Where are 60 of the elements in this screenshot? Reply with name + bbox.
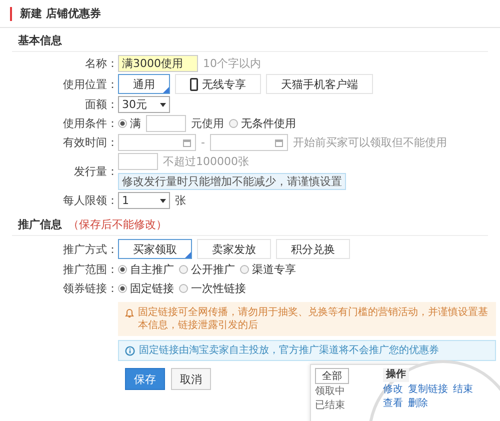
notice-text: 修改发行量时只能增加不能减少，请谨慎设置 [118, 173, 346, 190]
hint-text: 开始前买家可以领取但不能使用 [292, 135, 447, 150]
date-field[interactable] [210, 134, 288, 151]
option-button[interactable]: 卖家发放 [197, 239, 271, 259]
caret-icon [160, 198, 166, 202]
hint-text: 10个字以内 [203, 56, 261, 71]
field-label: 推广范围： [63, 262, 118, 277]
save-button[interactable]: 保存 [125, 368, 165, 390]
dropdown[interactable]: 30元 [118, 96, 170, 113]
action-link[interactable]: 修改 [383, 384, 403, 396]
section-heading: 推广信息 [18, 217, 62, 232]
action-link[interactable]: 删除 [408, 398, 428, 410]
action-link[interactable]: 复制链接 [408, 384, 448, 396]
field-label: 名称： [85, 56, 118, 71]
column-header: 操作 [383, 368, 409, 382]
radio-option[interactable]: 一次性链接 [179, 281, 246, 296]
hint-text: 不超过100000张 [163, 154, 249, 169]
radio-option[interactable]: 满 [118, 116, 141, 131]
page-title: 新建 店铺优惠券 [10, 7, 490, 21]
cancel-button[interactable]: 取消 [171, 368, 211, 390]
name-input[interactable]: 满3000使用 [118, 55, 198, 72]
status-text: 已结束 [315, 400, 345, 412]
status-text: 领取中 [315, 386, 345, 398]
date-field[interactable] [118, 134, 196, 151]
option-button[interactable]: 买家领取 [118, 239, 192, 259]
unit-text: 元使用 [191, 116, 224, 131]
alert-text: 固定链接可全网传播，请勿用于抽奖、兑换等有门槛的营销活动，并谨慎设置基本信息，链接泄露引发的后 [138, 306, 489, 332]
radio-option[interactable]: 自主推广 [118, 262, 174, 277]
field-label: 面额： [85, 97, 118, 112]
info-icon [125, 346, 135, 356]
separator-text: - [201, 136, 205, 149]
option-button[interactable]: 通用 [118, 74, 170, 94]
radio-option[interactable]: 固定链接 [118, 281, 174, 296]
field-label: 有效时间： [63, 135, 118, 150]
radio-option[interactable]: 无条件使用 [229, 116, 296, 131]
radio-option[interactable]: 渠道专享 [240, 262, 296, 277]
field-label: 推广方式： [63, 242, 118, 256]
field-label: 发行量： [74, 164, 118, 179]
section-heading: 基本信息 [18, 33, 62, 48]
action-link[interactable]: 查看 [383, 398, 403, 410]
unit-text: 张 [175, 193, 186, 208]
action-link[interactable]: 结束 [453, 384, 473, 396]
field-label: 每人限领： [63, 193, 118, 208]
field-label: 使用条件： [63, 116, 118, 131]
calendar-icon [183, 138, 191, 146]
caret-icon [160, 102, 166, 106]
option-button[interactable]: 积分兑换 [276, 239, 350, 259]
alert-text: 固定链接由淘宝卖家自主投放，官方推广渠道将不会推广您的优惠券 [139, 344, 439, 357]
field-label: 领券链接： [63, 281, 118, 296]
amount-input[interactable] [146, 115, 186, 132]
quantity-input[interactable] [118, 153, 158, 170]
option-button[interactable]: 无线专享 [175, 74, 261, 94]
field-label: 使用位置： [63, 76, 118, 92]
bell-icon [125, 308, 134, 318]
phone-icon [190, 78, 198, 90]
option-button[interactable]: 天猫手机客户端 [266, 74, 373, 94]
radio-option[interactable]: 公开推广 [179, 262, 235, 277]
calendar-icon [274, 138, 283, 146]
section-note: （保存后不能修改） [68, 217, 167, 232]
dropdown[interactable]: 1 [118, 192, 170, 209]
